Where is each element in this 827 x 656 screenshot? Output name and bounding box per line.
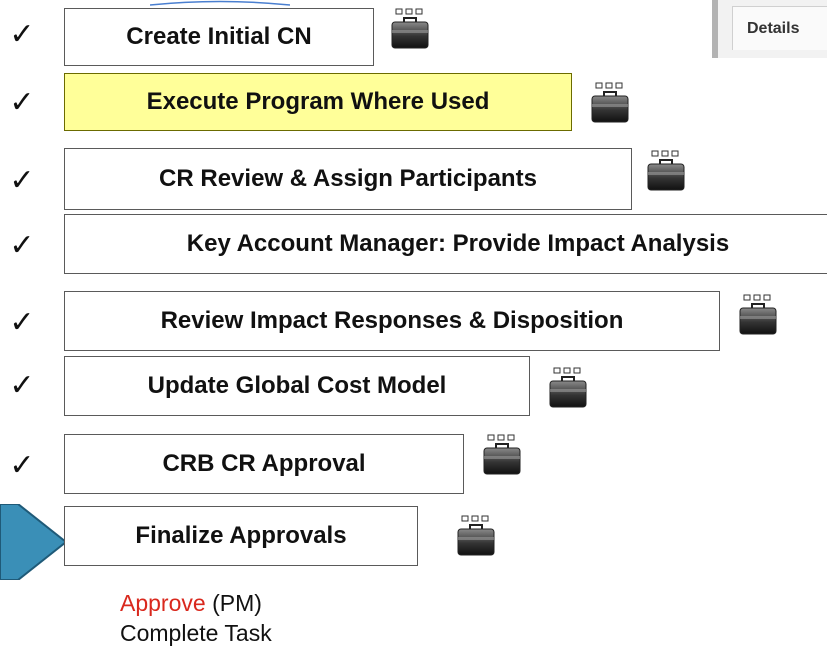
task-cr-review-assign-participants[interactable]: CR Review & Assign Participants xyxy=(64,148,632,210)
task-details-briefcase-icon[interactable] xyxy=(390,8,430,50)
task-action-links: Approve (PM) Complete Task xyxy=(120,588,272,648)
complete-task-link[interactable]: Complete Task xyxy=(120,618,272,648)
check-icon: ✓ xyxy=(9,162,35,198)
current-step-arrow-icon xyxy=(0,504,68,580)
check-icon: ✓ xyxy=(9,304,35,340)
details-tab-panel: Details xyxy=(712,0,827,58)
check-icon: ✓ xyxy=(9,16,35,52)
task-details-briefcase-icon[interactable] xyxy=(590,82,630,124)
task-crb-cr-approval[interactable]: CRB CR Approval xyxy=(64,434,464,494)
task-finalize-approvals[interactable]: Finalize Approvals xyxy=(64,506,418,566)
task-key-account-manager-impact-analysis[interactable]: Key Account Manager: Provide Impact Anal… xyxy=(64,214,827,274)
approve-word: Approve xyxy=(120,590,206,616)
panel-edge xyxy=(712,0,718,58)
task-execute-program-where-used[interactable]: Execute Program Where Used xyxy=(64,73,572,131)
task-review-impact-responses-disposition[interactable]: Review Impact Responses & Disposition xyxy=(64,291,720,351)
task-details-briefcase-icon[interactable] xyxy=(646,150,686,192)
task-details-briefcase-icon[interactable] xyxy=(738,294,778,336)
top-connector-line xyxy=(150,0,290,6)
check-icon: ✓ xyxy=(9,447,35,483)
approve-pm-link[interactable]: Approve (PM) xyxy=(120,588,272,618)
task-update-global-cost-model[interactable]: Update Global Cost Model xyxy=(64,356,530,416)
task-create-initial-cn[interactable]: Create Initial CN xyxy=(64,8,374,66)
task-details-briefcase-icon[interactable] xyxy=(482,434,522,476)
tab-details[interactable]: Details xyxy=(732,6,827,50)
task-details-briefcase-icon[interactable] xyxy=(548,367,588,409)
check-icon: ✓ xyxy=(9,84,35,120)
check-icon: ✓ xyxy=(9,227,35,263)
check-icon: ✓ xyxy=(9,367,35,403)
task-details-briefcase-icon[interactable] xyxy=(456,515,496,557)
approve-role: (PM) xyxy=(212,590,262,616)
